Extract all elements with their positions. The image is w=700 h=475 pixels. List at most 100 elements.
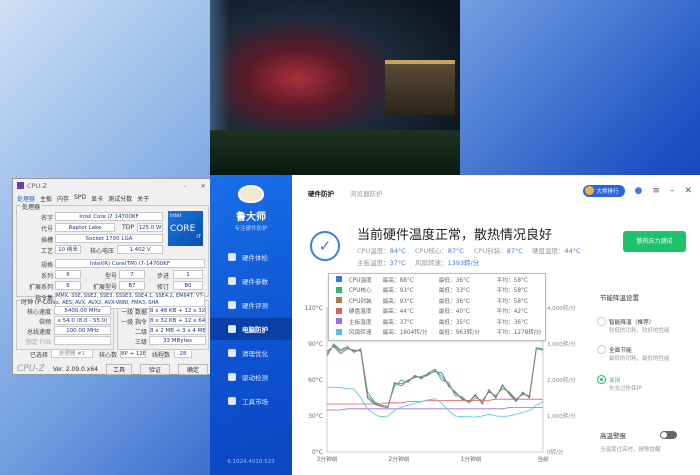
legend-max: 最高：93°C <box>382 298 414 305</box>
series-line <box>326 344 544 409</box>
field-label: 名字 <box>40 215 53 222</box>
field-value: Socket 1700 LGA <box>55 234 163 243</box>
legend-avg: 平均：42°C <box>496 309 528 316</box>
y-left-tick: 0°C <box>312 449 323 456</box>
stepping-value: 1 <box>173 270 203 279</box>
legend-max: 最高：37°C <box>382 319 414 326</box>
y-left-tick: 30°C <box>308 413 323 420</box>
clock-label: 倍频 <box>38 319 51 326</box>
tools-button[interactable]: 工具 <box>105 363 132 375</box>
version-label: Ver. 2.09.0.x64 <box>52 365 98 373</box>
legend-min: 最低：40°C <box>438 309 470 316</box>
legend-avg: 平均：58°C <box>496 277 528 284</box>
option-title: 智能降温（推荐） <box>609 320 655 326</box>
x-tick: 3分钟前 <box>316 455 337 463</box>
game-window <box>210 0 460 175</box>
selected-label: 已选择 <box>29 352 48 359</box>
cpuz-tab[interactable]: 显卡 <box>91 194 103 203</box>
legend-name: 硬盘温度 <box>348 309 372 316</box>
stepping-label: 步进 <box>156 273 169 280</box>
minimize-button[interactable]: – <box>183 182 186 190</box>
clock-value: 5400.00 MHz <box>54 306 111 315</box>
legend-max: 最高：1804转/分 <box>382 330 428 337</box>
cpuz-tab[interactable]: 测试分数 <box>108 194 132 203</box>
y-right-tick: 2,000转/分 <box>547 376 576 384</box>
legend-swatch <box>336 307 342 314</box>
chart-legend: CPU温度 最高：88°C 最低：36°C 平均：58°C CPU核心 最高：93°C 最低… <box>328 273 546 341</box>
field-label: 扩展系列 <box>28 284 53 291</box>
cpuz-tab[interactable]: 主板 <box>40 194 52 203</box>
close-button[interactable]: ✕ <box>201 182 206 190</box>
field-label: 工艺 <box>40 248 53 255</box>
legend-avg: 平均：36°C <box>496 319 528 326</box>
tdp-value: 125.0 W <box>137 223 163 232</box>
cpuz-titlebar: CPU-Z – ✕ <box>13 179 211 192</box>
cache-value: 8 x 48 KB + 12 x 32 KB <box>149 306 206 315</box>
legend-avg: 平均：58°C <box>496 298 528 305</box>
processor-select[interactable]: 处理器 #1 <box>51 349 93 358</box>
legend-avg: 平均：1278转/分 <box>496 330 542 337</box>
legend-row: 风扇转速 最高：1804转/分 最低：963转/分 平均：1278转/分 <box>329 327 545 338</box>
field-label: 系列 <box>40 273 53 280</box>
settings-title: 节能降温设置 <box>600 294 639 302</box>
field-label: 指令集 <box>34 295 53 302</box>
legend-swatch <box>336 297 342 304</box>
cache-label: 一级 数据 <box>121 309 147 316</box>
legend-min: 最低：33°C <box>438 288 470 295</box>
revision-label: 修订 <box>156 284 169 291</box>
alert-subtitle: 当温度过高时，报警提醒 <box>600 447 661 453</box>
y-right-tick: 3,000转/分 <box>547 340 576 348</box>
field-value: Raptor Lake <box>55 223 115 232</box>
option-subtitle: 较低的功耗、较好的性能 <box>609 328 670 334</box>
group-title: 处理器 <box>21 202 42 211</box>
field-label: 规格 <box>40 262 53 269</box>
legend-swatch <box>336 318 342 325</box>
model-value: 7 <box>119 270 145 279</box>
series-line <box>327 407 543 411</box>
series-line <box>327 398 543 405</box>
x-tick: 2分钟前 <box>388 455 409 463</box>
validate-button[interactable]: 验证 <box>139 363 170 375</box>
option-title: 全面节能 <box>609 348 632 354</box>
voltage-value: 1.402 V <box>117 245 163 254</box>
legend-row: 主板温度 最高：37°C 最低：35°C 平均：36°C <box>329 316 545 327</box>
legend-avg: 平均：58°C <box>496 288 528 295</box>
legend-max: 最高：88°C <box>382 277 414 284</box>
cpuz-tab[interactable]: SPD <box>74 194 86 203</box>
y-right-tick: 4,000转/分 <box>547 304 576 312</box>
alert-toggle[interactable] <box>660 431 677 439</box>
radio-option[interactable] <box>597 375 606 384</box>
x-tick: 1分钟前 <box>460 455 481 463</box>
cores-value: 8P + 12E <box>120 349 146 358</box>
field-value: 6 <box>55 270 81 279</box>
radio-option[interactable] <box>597 317 606 326</box>
cache-value: 8 x 32 KB + 12 x 64 KB <box>149 316 206 325</box>
clock-value <box>54 336 111 345</box>
clock-label: 核心速度 <box>26 309 51 316</box>
ok-button[interactable]: 确定 <box>178 363 209 375</box>
y-right-tick: 1,000转/分 <box>547 412 576 420</box>
y-left-tick: 60°C <box>308 377 323 384</box>
clock-label: 额定 FSB <box>25 339 51 346</box>
option-subtitle: 最低的功耗、最低的性能 <box>609 356 670 362</box>
y-left-tick: 90°C <box>308 341 323 348</box>
legend-min: 最低：35°C <box>438 319 470 326</box>
cache-label: 三级 <box>134 339 147 346</box>
field-value: Intel(R) Core(TM) i7-14700KF <box>55 259 205 268</box>
cache-value: 8 x 2 MB + 3 x 4 MB <box>149 326 206 335</box>
clock-value: 100.00 MHz <box>54 326 111 335</box>
legend-max: 最高：44°C <box>382 309 414 316</box>
selection-row: 已选择 处理器 #1 核心数 8P + 12E 线程数 28 <box>16 347 209 361</box>
cpuz-footer-logo: CPU-Z <box>17 364 45 374</box>
legend-min: 最低：36°C <box>438 298 470 305</box>
model-label: 型号 <box>104 273 117 280</box>
cache-label: 一级 指令 <box>121 319 147 326</box>
legend-name: 主板温度 <box>348 319 372 326</box>
cpuz-app-icon <box>17 182 24 189</box>
threads-value: 28 <box>174 349 192 358</box>
cpuz-tab[interactable]: 内存 <box>57 194 69 203</box>
radio-option[interactable] <box>597 345 606 354</box>
voltage-label: 核心电压 <box>89 248 114 255</box>
field-value: Intel Core i7 14700KF <box>55 212 163 221</box>
cpuz-tab[interactable]: 关于 <box>137 194 149 203</box>
